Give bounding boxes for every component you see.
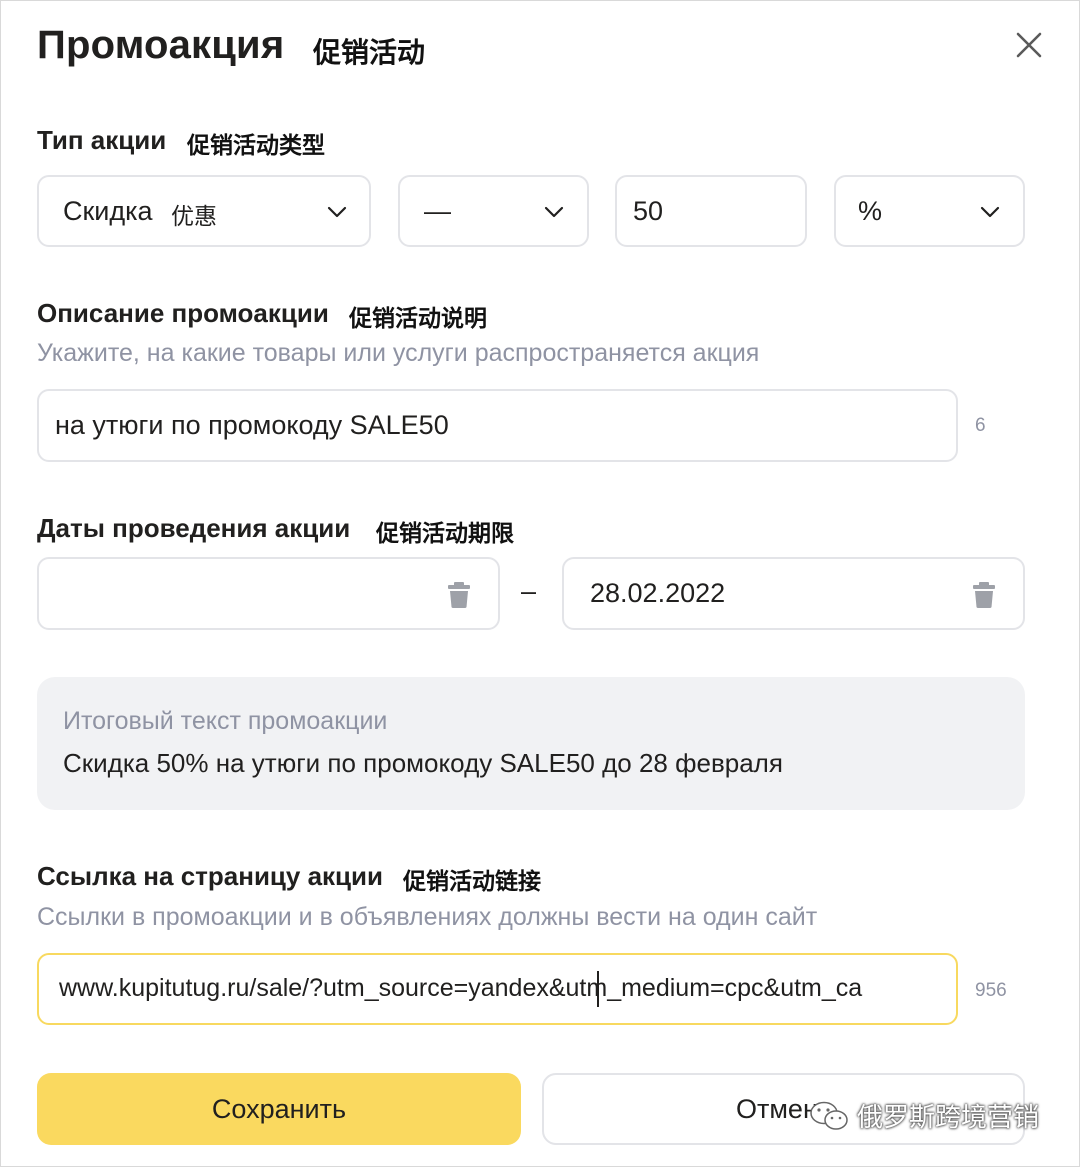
dialog-title: Промоакция	[37, 23, 285, 67]
close-button[interactable]	[1011, 27, 1047, 63]
date-range-separator: –	[521, 576, 537, 606]
trash-icon	[448, 582, 470, 608]
description-input[interactable]: на утюги по промокоду SALE50	[37, 389, 958, 462]
save-button[interactable]: Сохранить	[37, 1073, 521, 1145]
modifier-value: —	[424, 196, 451, 226]
link-label: Ссылка на страницу акции	[37, 861, 384, 891]
promo-summary-text: Скидка 50% на утюги по промокоду SALE50 …	[63, 748, 783, 778]
description-hint: Укажите, на какие товары или услуги расп…	[37, 339, 760, 367]
promo-type-value-translation: 优惠	[171, 204, 217, 230]
promo-type-label: Тип акции	[37, 125, 167, 155]
promo-summary-label: Итоговый текст промоакции	[63, 707, 388, 735]
link-url-input[interactable]: www.kupitutug.ru/sale/?utm_source=yandex…	[37, 953, 958, 1025]
wechat-icon	[810, 1101, 848, 1130]
promo-dialog: Промоакция 促销活动 Тип акции 促销活动类型 Скидка …	[0, 0, 1080, 1167]
dates-label: Даты проведения акции	[37, 513, 351, 543]
promo-type-select[interactable]: Скидка 优惠	[37, 175, 371, 247]
chevron-down-icon	[327, 206, 347, 218]
modifier-select[interactable]: —	[398, 175, 589, 247]
link-hint: Ссылки в промоакции и в объявлениях долж…	[37, 903, 818, 931]
description-value: на утюги по промокоду SALE50	[55, 410, 449, 440]
promo-type-label-translation: 促销活动类型	[187, 133, 325, 159]
chevron-down-icon	[544, 206, 564, 218]
clear-start-date-button[interactable]	[447, 581, 471, 614]
unit-value: %	[858, 196, 883, 226]
end-date-input[interactable]: 28.02.2022	[562, 557, 1025, 630]
amount-value: 50	[633, 196, 664, 226]
link-url-value: www.kupitutug.ru/sale/?utm_source=yandex…	[59, 974, 863, 1002]
watermark-text: 俄罗斯跨境营销	[857, 1103, 1040, 1133]
watermark: 俄罗斯跨境营销	[809, 1097, 1039, 1134]
description-label-translation: 促销活动说明	[349, 306, 487, 332]
amount-input[interactable]: 50	[615, 175, 807, 247]
dates-label-translation: 促销活动期限	[376, 521, 514, 547]
dialog-title-translation: 促销活动	[313, 36, 426, 69]
text-cursor	[597, 971, 599, 1007]
unit-select[interactable]: %	[834, 175, 1025, 247]
close-icon	[1016, 32, 1042, 58]
link-label-translation: 促销活动链接	[403, 869, 541, 895]
clear-end-date-button[interactable]	[972, 581, 996, 614]
promo-summary-panel: Итоговый текст промоакции Скидка 50% на …	[37, 677, 1025, 810]
end-date-value: 28.02.2022	[590, 578, 726, 608]
link-char-counter: 956	[975, 980, 1007, 1001]
description-label: Описание промоакции	[37, 298, 329, 328]
description-char-counter: 6	[975, 415, 986, 436]
trash-icon	[973, 582, 995, 608]
start-date-input[interactable]	[37, 557, 500, 630]
chevron-down-icon	[980, 206, 1000, 218]
promo-type-value: Скидка	[63, 196, 153, 226]
